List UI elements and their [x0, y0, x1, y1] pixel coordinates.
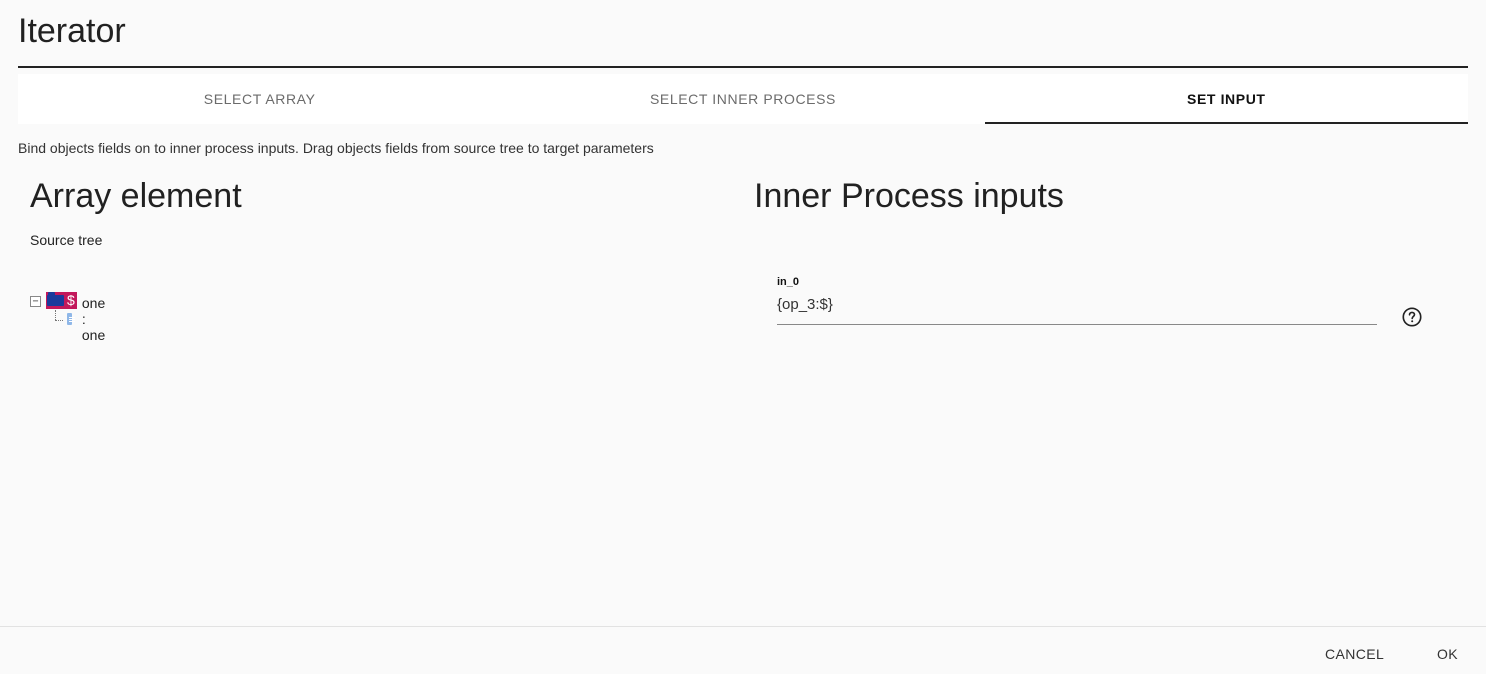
input-field-in-0: in_0: [777, 276, 1377, 325]
tree-root-label: $: [67, 292, 75, 308]
source-tree-label: Source tree: [30, 232, 103, 248]
tree-root-row: − $: [30, 290, 77, 310]
tab-select-inner-process[interactable]: SELECT INNER PROCESS: [501, 74, 984, 124]
instructions-text: Bind objects fields on to inner process …: [18, 140, 654, 156]
array-element-heading: Array element: [30, 177, 242, 215]
input-label: in_0: [777, 276, 800, 288]
inner-process-inputs-heading: Inner Process inputs: [754, 177, 1064, 215]
title-divider: [18, 66, 1468, 68]
tree-root-node[interactable]: $: [46, 291, 77, 309]
tree-item-one[interactable]: one : one: [67, 295, 110, 343]
tab-select-array[interactable]: SELECT ARRAY: [18, 74, 501, 124]
tree-item-label: one : one: [81, 295, 106, 343]
tree-connector: [55, 320, 63, 321]
footer-divider: [0, 626, 1486, 627]
ok-button[interactable]: OK: [1437, 646, 1458, 662]
folder-icon: [47, 291, 64, 306]
file-icon: [67, 313, 75, 325]
cancel-button[interactable]: CANCEL: [1325, 646, 1384, 662]
dialog-title: Iterator: [18, 12, 126, 50]
tab-set-input[interactable]: SET INPUT: [984, 74, 1469, 124]
help-circle-icon[interactable]: [1401, 306, 1423, 328]
tab-bar: SELECT ARRAY SELECT INNER PROCESS SET IN…: [18, 74, 1469, 124]
in-0-input[interactable]: [777, 296, 1377, 325]
tree-connector: [55, 310, 56, 320]
collapse-toggle-icon[interactable]: −: [30, 295, 41, 307]
